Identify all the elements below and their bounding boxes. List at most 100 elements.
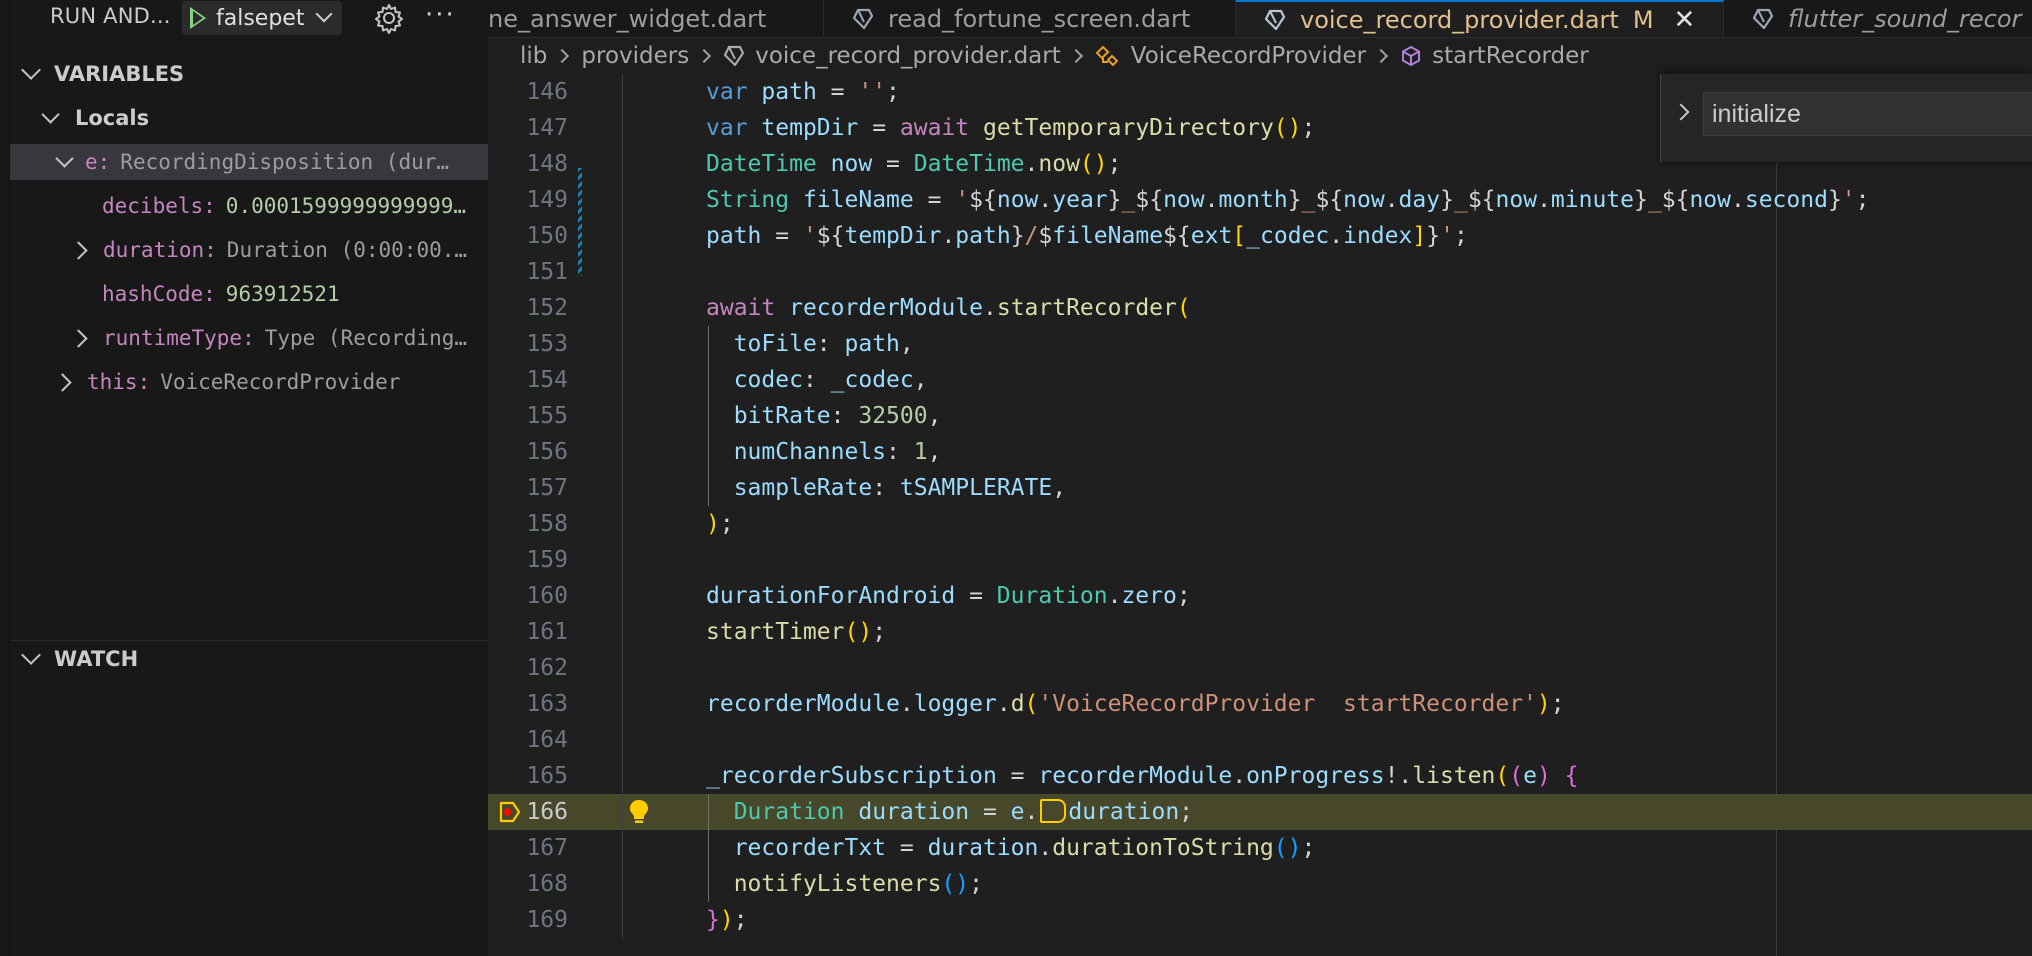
code-line[interactable]: 165 _recorderSubscription = recorderModul… [488, 758, 2032, 794]
code-text: await recorderModule.startRecorder( [706, 295, 1191, 321]
close-icon[interactable]: ✕ [1674, 5, 1696, 35]
variable-name: this: [87, 370, 151, 394]
variables-title: VARIABLES [54, 62, 185, 86]
variable-runtimetype[interactable]: runtimeType: Type (Recording… [10, 320, 488, 356]
chevron-down-icon [55, 148, 74, 168]
gear-icon[interactable] [373, 2, 405, 34]
tab-flutter-sound-recorder[interactable]: flutter_sound_recor [1724, 0, 2032, 37]
code-line[interactable]: 167 recorderTxt = duration.durationToStr… [488, 830, 2032, 866]
breadcrumb-class[interactable]: VoiceRecordProvider [1131, 43, 1366, 69]
chevron-right-icon [555, 48, 570, 64]
code-line[interactable]: 153 toFile: path, [488, 326, 2032, 362]
debug-sidebar: RUN AND... falsepet ··· VARIABLES Locals… [0, 0, 488, 956]
more-actions-icon[interactable]: ··· [425, 2, 457, 34]
breadcrumb-method[interactable]: startRecorder [1432, 43, 1589, 69]
code-line[interactable]: 155 bitRate: 32500, [488, 398, 2032, 434]
inline-breakpoint-icon[interactable] [1040, 799, 1067, 823]
line-number: 168 [526, 871, 568, 897]
tab-label: ne_answer_widget.dart [488, 5, 767, 33]
line-number: 163 [526, 691, 568, 717]
variable-e[interactable]: e: RecordingDisposition (dur… [10, 144, 488, 180]
code-line[interactable]: 150 path = '${tempDir.path}/$fileName${ex… [488, 218, 2032, 254]
code-line[interactable]: 156 numChannels: 1, [488, 434, 2032, 470]
line-number: 164 [526, 727, 568, 753]
code-line[interactable]: 162 [488, 650, 2032, 686]
code-text: recorderTxt = duration.durationToString(… [733, 835, 1316, 861]
code-line[interactable]: 161 startTimer(); [488, 614, 2032, 650]
code-line[interactable]: 160 durationForAndroid = Duration.zero; [488, 578, 2032, 614]
code-line[interactable]: 164 [488, 722, 2032, 758]
launch-config-label: falsepet [216, 5, 305, 31]
chevron-down-icon [41, 104, 60, 124]
code-text: path = '${tempDir.path}/$fileName${ext[_… [706, 223, 1468, 249]
variable-hashcode[interactable]: hashCode: 963912521 [10, 276, 488, 312]
line-number: 162 [526, 655, 568, 681]
code-line[interactable]: 168 notifyListeners(); [488, 866, 2032, 902]
tab-label: flutter_sound_recor [1788, 5, 2022, 33]
dart-file-icon [723, 45, 745, 67]
line-number: 166 [526, 799, 568, 825]
current-execution-line[interactable]: 166 Duration duration = e. duration; [488, 794, 2032, 830]
code-text: }); [706, 907, 748, 933]
variables-section-header[interactable]: VARIABLES [10, 56, 488, 92]
find-widget: initialize [1660, 74, 2032, 162]
code-text: _recorderSubscription = recorderModule.o… [706, 763, 1579, 789]
variable-name: runtimeType: [103, 326, 255, 350]
variable-duration[interactable]: duration: Duration (0:00:00.… [10, 232, 488, 268]
tab-read-fortune-screen[interactable]: read_fortune_screen.dart [824, 0, 1236, 37]
line-number: 152 [526, 295, 568, 321]
code-line[interactable]: 169}); [488, 902, 2032, 938]
line-number: 156 [526, 439, 568, 465]
variable-value: VoiceRecordProvider [160, 370, 401, 394]
dart-file-icon [1264, 9, 1286, 31]
code-line[interactable]: 154 codec: _codec, [488, 362, 2032, 398]
code-line[interactable]: 149 String fileName = '${now.year}_${now.… [488, 182, 2032, 218]
tab-voice-record-provider[interactable]: voice_record_provider.dart M ✕ [1236, 0, 1724, 37]
breadcrumb-providers[interactable]: providers [581, 43, 689, 69]
breadcrumb-file[interactable]: voice_record_provider.dart [755, 43, 1061, 69]
line-number: 149 [526, 187, 568, 213]
line-number: 161 [526, 619, 568, 645]
breadcrumb-lib[interactable]: lib [520, 43, 547, 69]
line-number: 167 [526, 835, 568, 861]
launch-config-dropdown[interactable]: falsepet [182, 1, 343, 35]
tree-item-locals[interactable]: Locals [10, 100, 488, 136]
line-number: 153 [526, 331, 568, 357]
variable-name: duration: [103, 238, 217, 262]
variable-value: RecordingDisposition (dur… [120, 150, 450, 174]
variable-value: Type (Recording… [264, 326, 468, 350]
line-number: 159 [526, 547, 568, 573]
start-debugging-icon[interactable] [190, 7, 206, 29]
editor-tab-bar: ne_answer_widget.dart read_fortune_scree… [488, 0, 2032, 38]
variable-decibels[interactable]: decibels: 0.0001599999999999… [10, 188, 488, 224]
variable-value: Duration (0:00:00.… [226, 238, 468, 262]
line-number: 157 [526, 475, 568, 501]
toggle-replace-icon[interactable] [1672, 103, 1690, 121]
line-number: 146 [526, 79, 568, 105]
chevron-right-icon [1374, 48, 1389, 64]
activity-bar-edge [0, 0, 10, 956]
chevron-right-icon [69, 240, 88, 260]
tab-label: voice_record_provider.dart [1300, 6, 1619, 34]
lightbulb-icon[interactable] [628, 798, 650, 826]
watch-section-header[interactable]: WATCH [10, 640, 488, 676]
code-line[interactable]: 152 await recorderModule.startRecorder( [488, 290, 2032, 326]
variable-this[interactable]: this: VoiceRecordProvider [10, 364, 488, 400]
method-symbol-icon [1400, 45, 1422, 67]
code-line[interactable]: 158); [488, 506, 2032, 542]
code-line[interactable]: 159 [488, 542, 2032, 578]
find-input[interactable]: initialize [1703, 92, 2032, 136]
code-line[interactable]: 151 [488, 254, 2032, 290]
code-editor[interactable]: 146 var path = ''; 147 var tempDir = await… [488, 74, 2032, 956]
run-and-debug-header: RUN AND... falsepet ··· [0, 0, 488, 36]
tab-answer-widget[interactable]: ne_answer_widget.dart [488, 0, 824, 37]
code-line[interactable]: 163 recorderModule.logger.d('VoiceRecordP… [488, 686, 2032, 722]
chevron-down-icon[interactable] [315, 5, 333, 23]
line-number: 169 [526, 907, 568, 933]
code-text: String fileName = '${now.year}_${now.mon… [706, 187, 1870, 213]
line-number: 147 [526, 115, 568, 141]
line-number: 148 [526, 151, 568, 177]
variable-value: 0.0001599999999999… [225, 194, 467, 218]
code-line[interactable]: 157 sampleRate: tSAMPLERATE, [488, 470, 2032, 506]
line-number: 154 [526, 367, 568, 393]
